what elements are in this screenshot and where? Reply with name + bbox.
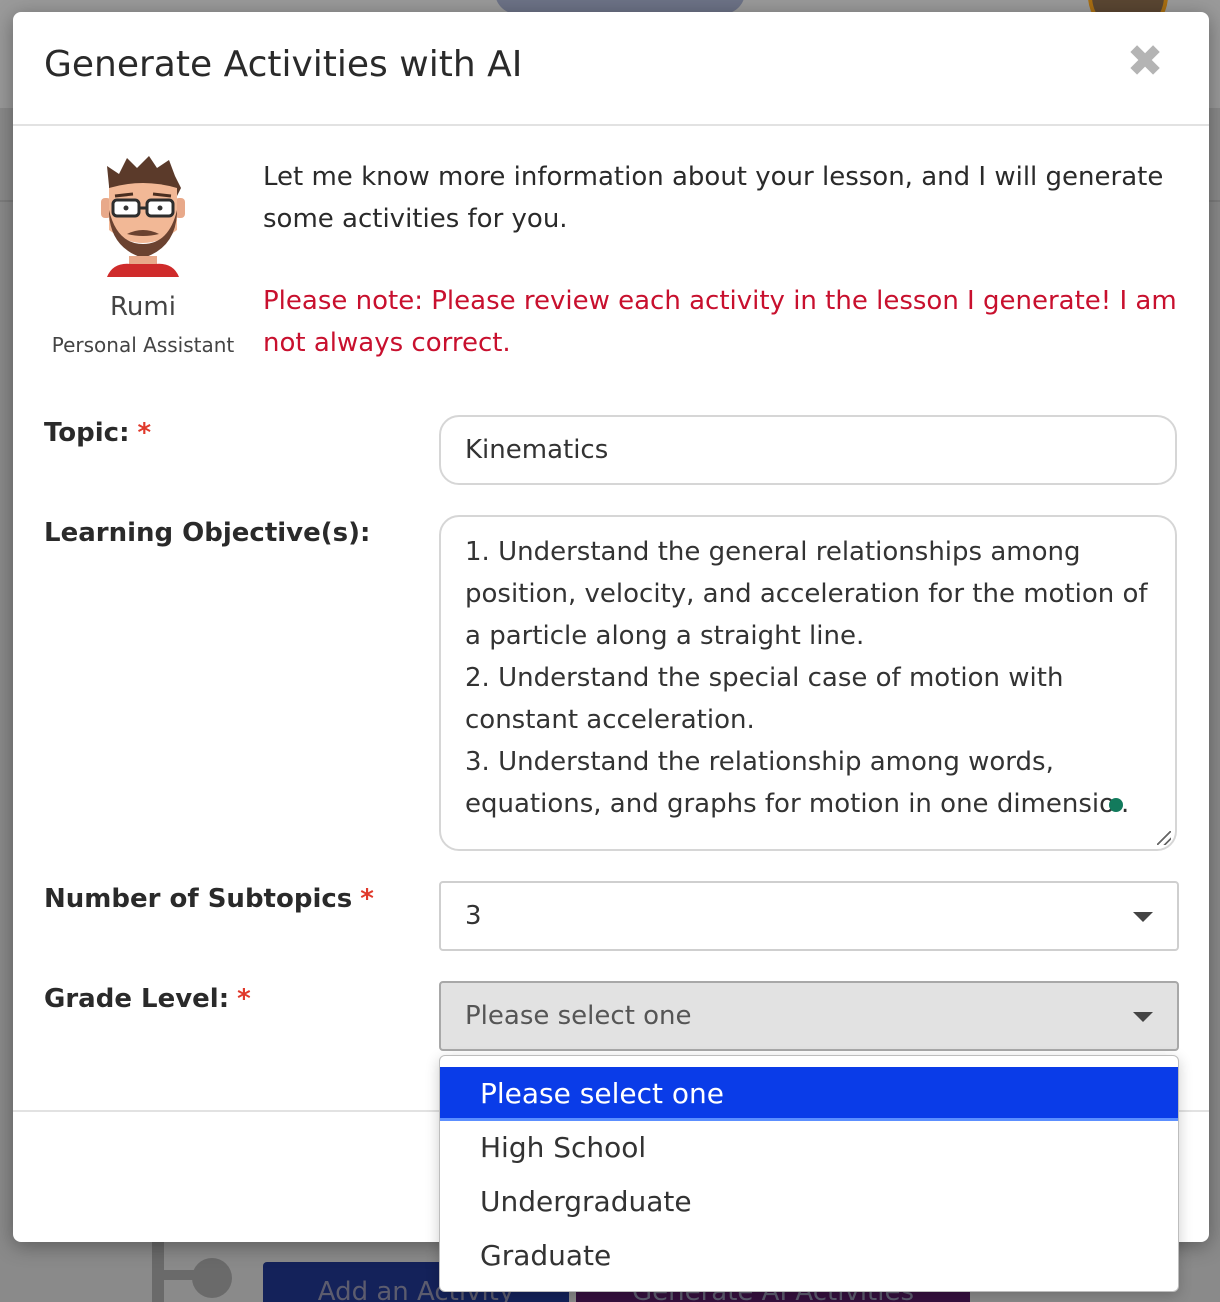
grade-label-text: Grade Level:: [44, 984, 230, 1014]
assistant-name: Rumi: [110, 292, 176, 322]
modal-title: Generate Activities with AI: [44, 44, 523, 85]
chevron-down-icon: [1133, 912, 1153, 922]
subtopics-label-text: Number of Subtopics: [44, 884, 353, 914]
grade-level-dropdown: Please select one High School Undergradu…: [439, 1055, 1179, 1292]
grade-option-high-school[interactable]: High School: [440, 1121, 1178, 1175]
grade-level-select[interactable]: Please select one: [439, 981, 1179, 1051]
grade-option-graduate[interactable]: Graduate: [440, 1229, 1178, 1283]
objectives-textarea[interactable]: 1. Understand the general relationships …: [439, 515, 1177, 851]
modal-header: Generate Activities with AI ✖: [13, 12, 1209, 126]
resize-handle-icon[interactable]: [1157, 831, 1171, 845]
chevron-down-icon: [1133, 1012, 1153, 1022]
topic-input[interactable]: Kinematics: [439, 415, 1177, 485]
subtopics-required-mark: *: [360, 884, 374, 914]
subtopics-select[interactable]: 3: [439, 881, 1179, 951]
objectives-label: Learning Objective(s):: [44, 518, 370, 548]
objectives-label-text: Learning Objective(s):: [44, 518, 371, 548]
topic-label: Topic: *: [44, 418, 151, 448]
assistant-intro: Let me know more information about your …: [263, 162, 1164, 234]
assistant-role: Personal Assistant: [51, 333, 235, 357]
objectives-text: 1. Understand the general relationships …: [465, 537, 1148, 819]
topic-label-text: Topic:: [44, 418, 130, 448]
assistant-card: Rumi Personal Assistant: [43, 152, 243, 372]
grade-select-value: Please select one: [465, 1001, 692, 1031]
subtopics-select-value: 3: [465, 901, 482, 931]
grade-label: Grade Level: *: [44, 984, 251, 1014]
grade-required-mark: *: [237, 984, 251, 1014]
grade-option-undergraduate[interactable]: Undergraduate: [440, 1175, 1178, 1229]
objectives-text-end: .: [1121, 789, 1130, 819]
background-timeline-node: [192, 1258, 232, 1298]
assistant-avatar: [101, 156, 185, 277]
assistant-warning-note: Please note: Please review each activity…: [263, 286, 1177, 358]
subtopics-label: Number of Subtopics *: [44, 884, 374, 914]
grade-option-please-select[interactable]: Please select one: [440, 1067, 1178, 1121]
close-icon[interactable]: ✖: [1123, 40, 1167, 84]
topic-required-mark: *: [137, 418, 152, 448]
